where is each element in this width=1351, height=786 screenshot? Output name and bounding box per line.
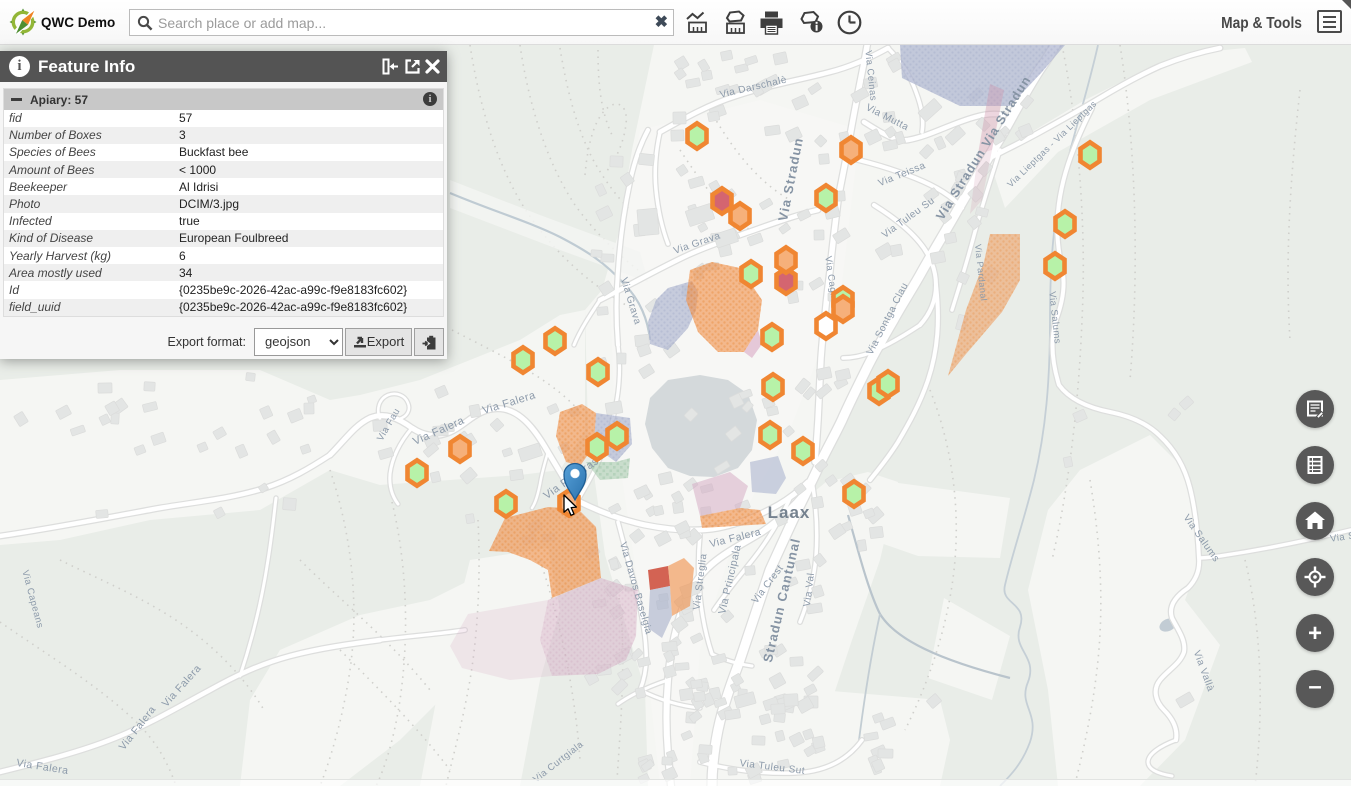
svg-text:Laax: Laax	[768, 503, 811, 522]
